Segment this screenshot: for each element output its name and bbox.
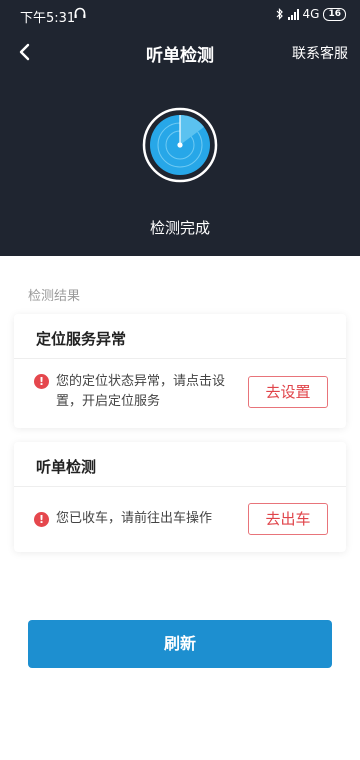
card-message: 您已收车，请前往出车操作 — [56, 511, 213, 526]
alert-icon: ! — [34, 512, 49, 527]
navigation-bar: 听单检测 联系客服 — [0, 36, 360, 68]
divider — [14, 486, 346, 487]
results-section-label: 检测结果 — [28, 289, 81, 304]
status-time: 下午5:31 — [20, 11, 76, 26]
status-bar: 下午5:31 4G 16 — [0, 0, 360, 30]
go-online-button[interactable]: 去出车 — [248, 503, 328, 535]
headset-icon — [74, 7, 86, 18]
detection-status: 检测完成 — [149, 219, 210, 237]
status-indicators: 4G 16 — [276, 7, 346, 21]
order-detection-card: 听单检测 ! 您已收车，请前往出车操作 去出车 — [14, 442, 346, 552]
card-title: 听单检测 — [36, 458, 97, 476]
signal-icon — [287, 8, 299, 20]
battery-icon: 16 — [323, 7, 346, 21]
header-panel: 下午5:31 4G 16 听单检测 联系客服 检测完成 — [0, 0, 360, 256]
go-settings-button[interactable]: 去设置 — [248, 376, 328, 408]
radar-icon — [142, 107, 218, 183]
location-service-card: 定位服务异常 ! 您的定位状态异常，请点击设置，开启定位服务 去设置 — [14, 314, 346, 428]
alert-icon: ! — [34, 374, 49, 389]
contact-service-link[interactable]: 联系客服 — [292, 43, 348, 63]
refresh-button[interactable]: 刷新 — [28, 620, 332, 668]
bluetooth-icon — [276, 8, 283, 20]
network-type: 4G — [302, 7, 320, 21]
card-message: 您的定位状态异常，请点击设置，开启定位服务 — [56, 374, 226, 409]
divider — [14, 358, 346, 359]
back-button[interactable] — [14, 38, 38, 66]
card-title: 定位服务异常 — [36, 330, 127, 348]
